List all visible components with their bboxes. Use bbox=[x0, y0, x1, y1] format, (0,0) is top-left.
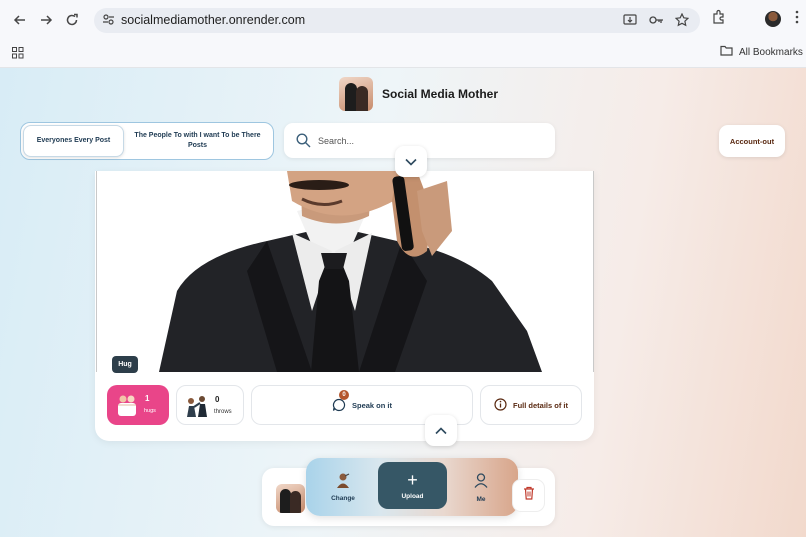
site-settings-icon[interactable] bbox=[102, 13, 115, 31]
trash-icon bbox=[523, 486, 535, 505]
brand: Social Media Mother bbox=[339, 77, 498, 111]
hug-people-icon bbox=[114, 392, 140, 423]
change-avatar-icon bbox=[335, 472, 351, 490]
page-title: Social Media Mother bbox=[382, 87, 499, 101]
hug-button[interactable]: 1 hugs bbox=[107, 385, 169, 425]
delete-button[interactable] bbox=[512, 479, 545, 512]
back-arrow-icon[interactable] bbox=[9, 9, 31, 31]
reload-icon[interactable] bbox=[61, 9, 83, 31]
folder-icon bbox=[720, 45, 733, 59]
throws-count: 0 bbox=[215, 395, 220, 404]
kebab-menu-icon[interactable] bbox=[795, 10, 799, 29]
chevron-down-icon bbox=[405, 153, 417, 171]
forward-arrow-icon[interactable] bbox=[35, 9, 57, 31]
bookmark-star-icon[interactable] bbox=[674, 12, 690, 28]
url-text[interactable]: socialmediamother.onrender.com bbox=[121, 13, 305, 27]
search-icon bbox=[296, 133, 311, 153]
extensions-icon[interactable] bbox=[712, 9, 727, 29]
post-photo[interactable] bbox=[96, 171, 594, 372]
address-bar[interactable]: socialmediamother.onrender.com bbox=[94, 8, 700, 33]
password-key-icon[interactable] bbox=[648, 12, 664, 28]
upload-label: Upload bbox=[401, 493, 424, 500]
info-circle-icon bbox=[494, 397, 507, 413]
me-label: Me bbox=[476, 496, 486, 503]
comments-count-badge: 0 bbox=[338, 390, 349, 400]
full-details-label: Full details of it bbox=[512, 400, 568, 410]
hugs-count: 1 bbox=[145, 394, 150, 403]
upload-button[interactable]: + Upload bbox=[378, 462, 447, 509]
plus-icon: + bbox=[407, 470, 418, 490]
change-button[interactable]: Change bbox=[326, 472, 360, 502]
tab-everyones-every-post[interactable]: Everyones Every Post bbox=[23, 125, 124, 157]
change-label: Change bbox=[331, 495, 355, 502]
apps-grid-icon[interactable] bbox=[12, 46, 24, 64]
comment-bubble-icon: 0 bbox=[332, 390, 349, 412]
account-out-button[interactable]: Account-out bbox=[719, 125, 785, 157]
throw-people-icon bbox=[184, 393, 210, 424]
user-avatar[interactable] bbox=[276, 484, 305, 513]
search-input[interactable] bbox=[318, 132, 538, 149]
throw-button[interactable]: 0 throws bbox=[176, 385, 244, 425]
me-button[interactable]: Me bbox=[466, 473, 496, 503]
all-bookmarks-button[interactable]: All Bookmarks bbox=[720, 45, 803, 59]
all-bookmarks-label: All Bookmarks bbox=[739, 46, 803, 58]
hugs-label: hugs bbox=[144, 408, 156, 414]
tab-people-posts[interactable]: The People To with I want To be There Po… bbox=[124, 125, 271, 157]
speak-on-it-label: Speak on it bbox=[351, 400, 392, 410]
throws-label: throws bbox=[214, 409, 232, 415]
expand-button[interactable] bbox=[425, 415, 457, 446]
brand-logo bbox=[339, 77, 373, 111]
install-app-icon[interactable] bbox=[622, 12, 638, 28]
browser-chrome: socialmediamother.onrender.com All Bookm… bbox=[0, 0, 806, 68]
chevron-up-icon bbox=[435, 422, 447, 440]
collapse-header-button[interactable] bbox=[395, 146, 427, 177]
profile-avatar[interactable] bbox=[765, 11, 781, 27]
post-type-tag: Hug bbox=[112, 356, 138, 373]
feed-tabs: Everyones Every Post The People To with … bbox=[20, 122, 274, 160]
user-icon bbox=[474, 473, 488, 490]
full-details-button[interactable]: Full details of it bbox=[480, 385, 582, 425]
